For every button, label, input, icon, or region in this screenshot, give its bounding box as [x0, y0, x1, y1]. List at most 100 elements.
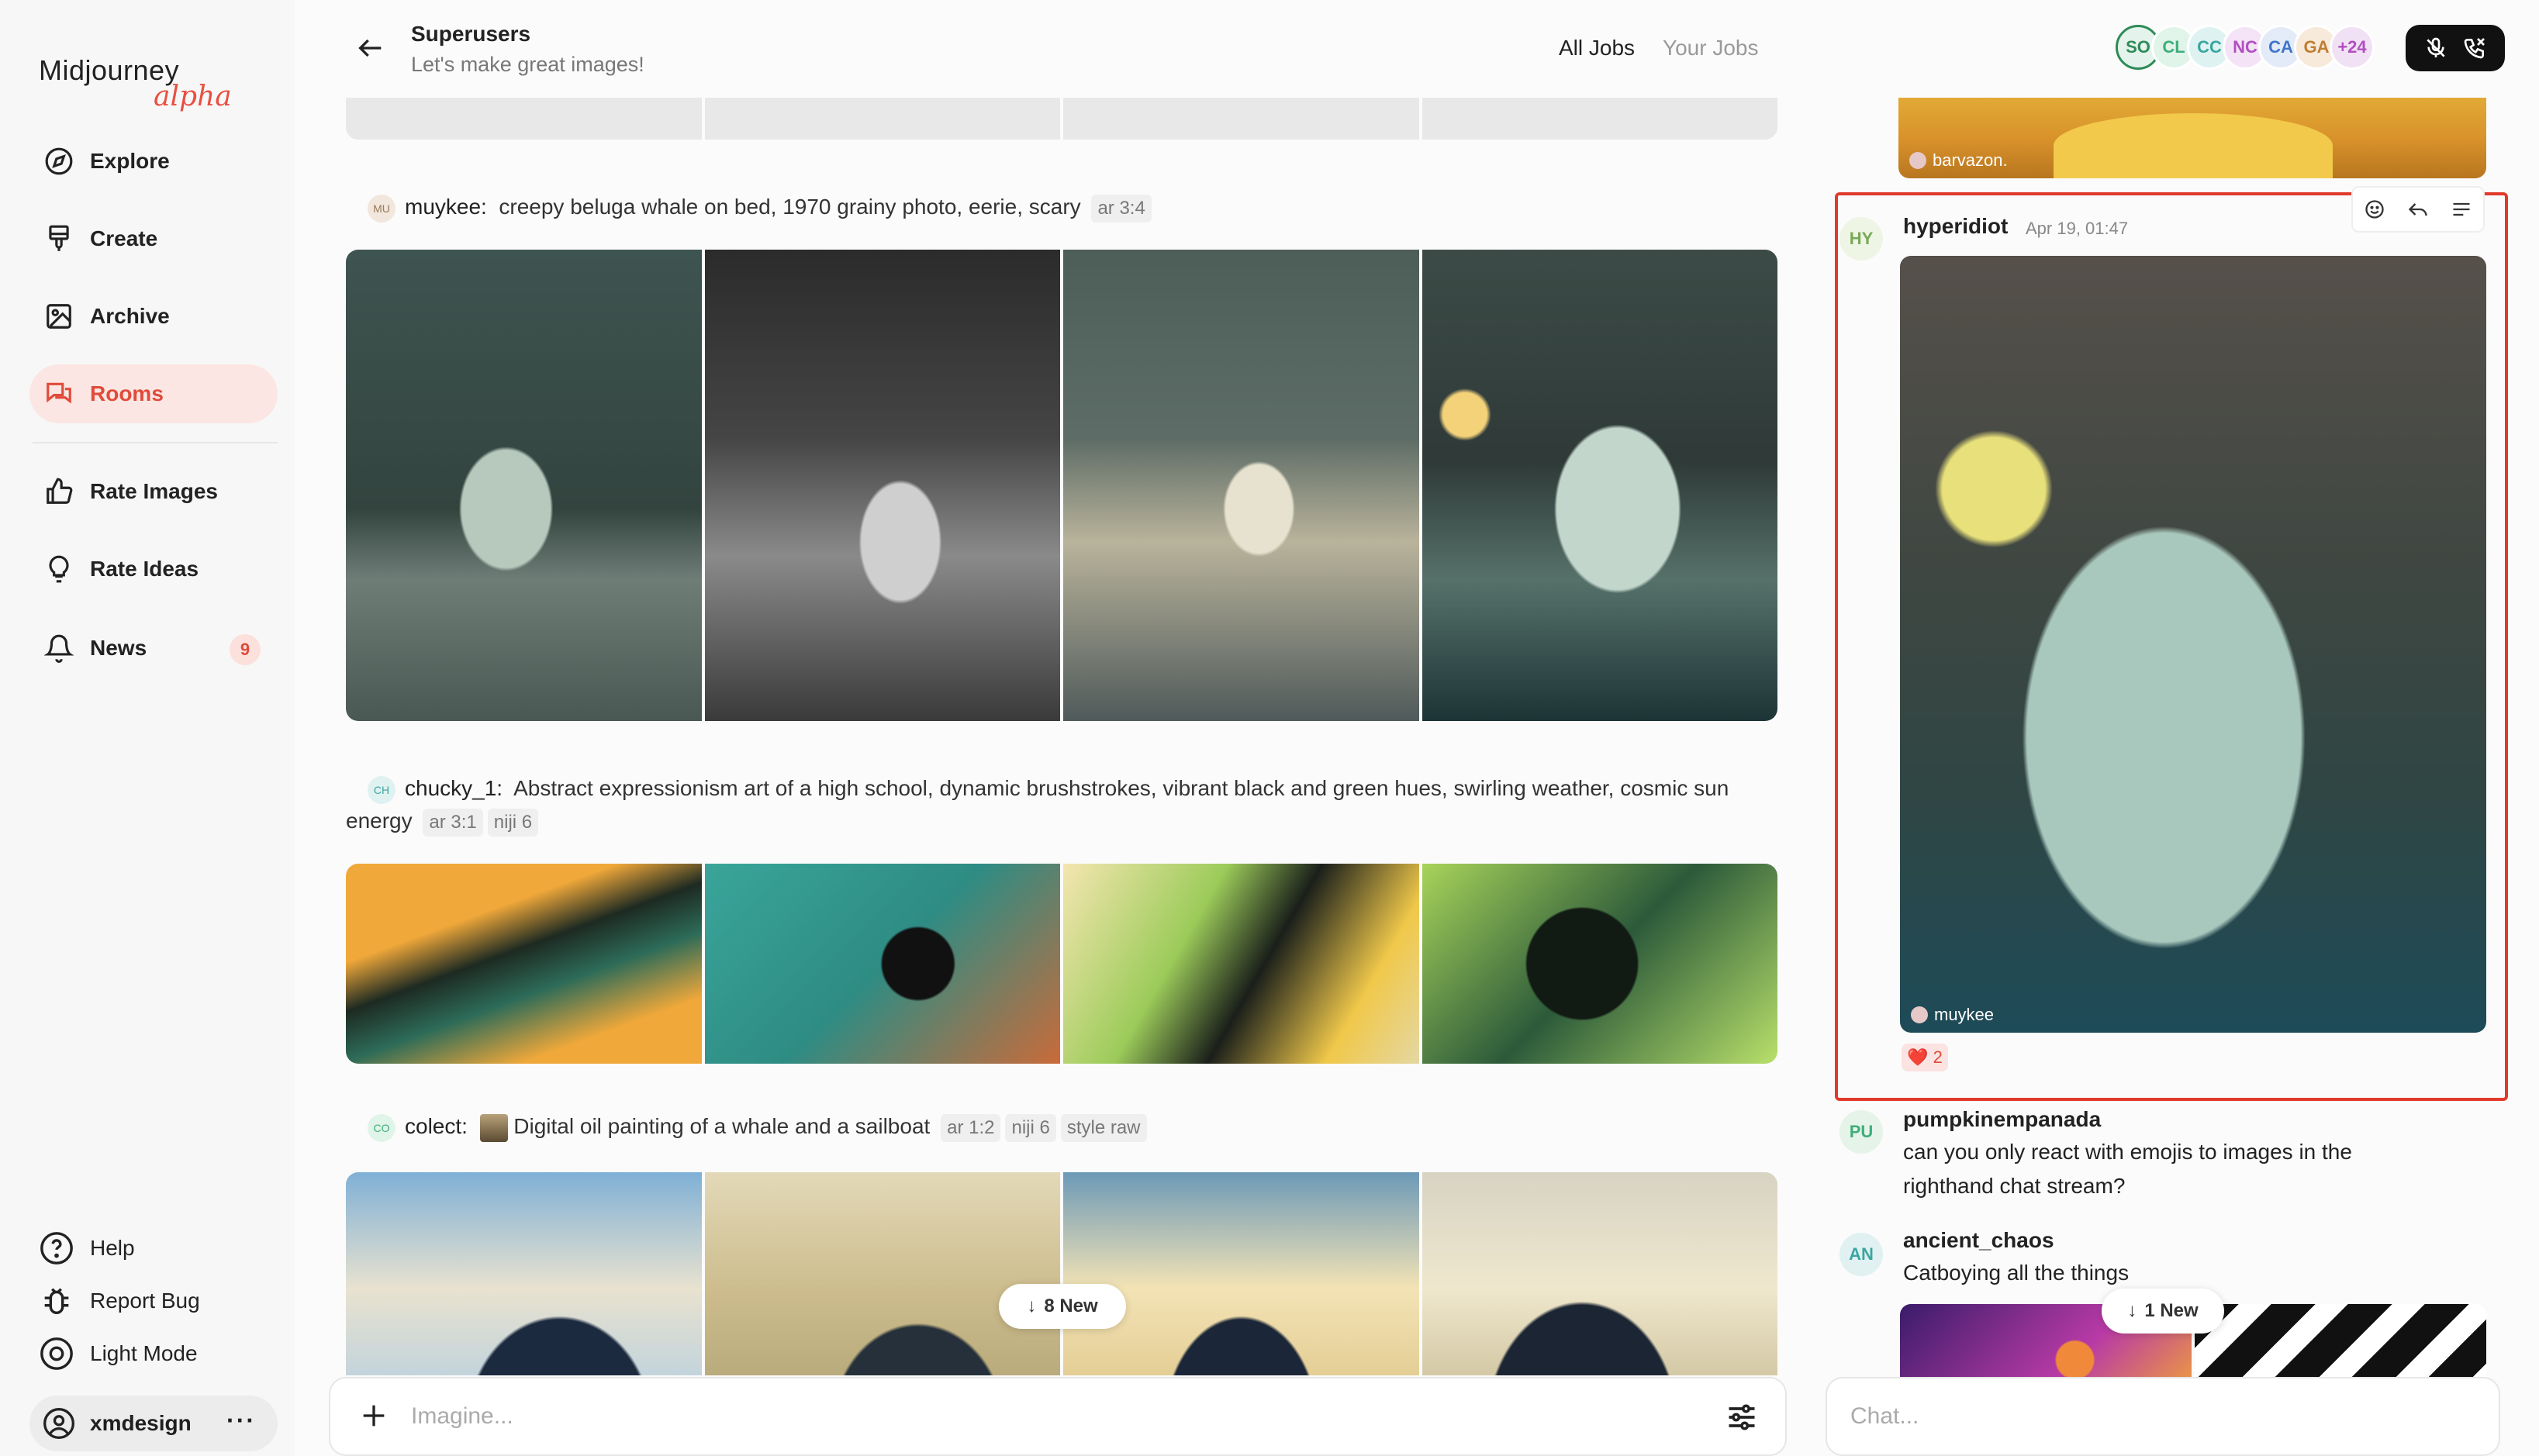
image-tile[interactable]: [704, 98, 1060, 140]
image-tile[interactable]: [346, 864, 702, 1064]
back-arrow-icon[interactable]: [355, 33, 386, 64]
avatar: [1909, 152, 1926, 169]
avatar[interactable]: CO: [368, 1113, 396, 1142]
image-tile[interactable]: [1063, 250, 1419, 721]
sidebar-item-label: News: [90, 636, 147, 660]
help-link[interactable]: Help: [39, 1227, 135, 1270]
image-tile[interactable]: [1421, 98, 1777, 140]
compass-icon: [43, 146, 74, 177]
light-mode-label: Light Mode: [90, 1341, 198, 1365]
sidebar-item-label: Rate Ideas: [90, 557, 199, 581]
param-chip: niji 6: [1005, 1114, 1056, 1142]
sidebar-item-label: Archive: [90, 304, 170, 328]
image-credit[interactable]: barvazon.: [1909, 150, 2008, 171]
reference-image-thumb[interactable]: [479, 1113, 508, 1142]
param-chip: niji 6: [487, 809, 539, 837]
job-prompt: CO colect: Digital oil painting of a whal…: [346, 1110, 1777, 1143]
menu-lines-icon[interactable]: [2451, 198, 2472, 220]
image-tile[interactable]: [1421, 864, 1777, 1064]
imagine-bar[interactable]: Imagine...: [329, 1377, 1787, 1456]
voice-controls: [2406, 25, 2505, 71]
arrow-down-icon: ↓: [1027, 1296, 1037, 1316]
chat-input[interactable]: Chat...: [1850, 1403, 1919, 1430]
param-chip: style raw: [1060, 1114, 1147, 1142]
brush-icon: [43, 223, 74, 254]
image-tile[interactable]: [704, 864, 1060, 1064]
avatar[interactable]: PU: [1839, 1110, 1883, 1154]
image-tile[interactable]: [1063, 864, 1419, 1064]
image-tile[interactable]: [704, 250, 1060, 721]
report-bug-link[interactable]: Report Bug: [39, 1279, 200, 1323]
chat-image-partial[interactable]: barvazon.: [1898, 98, 2486, 178]
light-mode-toggle[interactable]: Light Mode: [39, 1332, 198, 1375]
help-label: Help: [90, 1236, 135, 1260]
image-tile[interactable]: [346, 250, 702, 721]
credit-name: barvazon.: [1933, 150, 2008, 170]
chat-author[interactable]: ancient_chaos: [1903, 1228, 2054, 1253]
user-icon: [42, 1406, 76, 1440]
logo[interactable]: Midjourney alpha: [39, 54, 232, 112]
header: Superusers Let's make great images! All …: [295, 0, 2539, 98]
emoji-icon[interactable]: [2364, 198, 2385, 220]
selection-highlight: [1835, 192, 2508, 1101]
tab-all-jobs[interactable]: All Jobs: [1559, 36, 1635, 60]
avatar[interactable]: CH: [368, 775, 396, 804]
room-subtitle: Let's make great images!: [411, 53, 644, 76]
sidebar-item-label: Create: [90, 226, 158, 250]
chat-input-box[interactable]: Chat...: [1826, 1377, 2500, 1456]
plus-icon[interactable]: [358, 1400, 389, 1431]
hang-up-icon[interactable]: [2462, 36, 2487, 60]
param-chip: ar 3:1: [423, 809, 483, 837]
image-tile[interactable]: [1421, 250, 1777, 721]
chat-bubbles-icon: [43, 378, 74, 409]
prompt-author[interactable]: chucky_1:: [405, 776, 503, 800]
sidebar-item-rate-ideas[interactable]: Rate Ideas: [29, 540, 278, 599]
help-circle-icon: [39, 1230, 74, 1266]
sidebar-item-label: Rooms: [90, 381, 164, 405]
sidebar-item-archive[interactable]: Archive: [29, 287, 278, 346]
reply-icon[interactable]: [2407, 198, 2429, 220]
image-tile[interactable]: [1063, 98, 1419, 140]
logo-sub: alpha: [154, 81, 232, 112]
participant-avatars[interactable]: SO CL CC NC CA GA +24: [2116, 25, 2375, 70]
image-tile[interactable]: [1063, 1172, 1419, 1375]
image-grid-partial: [346, 98, 1777, 140]
new-messages-pill[interactable]: ↓ 1 New: [2102, 1289, 2224, 1334]
chat-author[interactable]: pumpkinempanada: [1903, 1107, 2101, 1132]
arrow-down-icon: ↓: [2127, 1300, 2137, 1321]
jobs-feed[interactable]: MU muykee: creepy beluga whale on bed, 19…: [346, 98, 1777, 1375]
image-grid-abstract: [346, 864, 1777, 1064]
prompt-author[interactable]: muykee:: [405, 195, 487, 219]
imagine-input[interactable]: Imagine...: [411, 1403, 513, 1430]
image-tile[interactable]: [346, 1172, 702, 1375]
prompt-text: Abstract expressionism art of a high sch…: [346, 776, 1729, 833]
more-options-icon[interactable]: ···: [226, 1406, 256, 1435]
chat-message: can you only react with emojis to images…: [1903, 1140, 2352, 1198]
prompt-author[interactable]: colect:: [405, 1114, 468, 1138]
job-prompt: CH chucky_1: Abstract expressionism art o…: [346, 772, 1777, 837]
image-tile[interactable]: [346, 98, 702, 140]
app-root: Midjourney alpha Explore Create Archive: [0, 0, 2539, 1456]
avatar[interactable]: AN: [1839, 1233, 1883, 1276]
avatar[interactable]: MU: [368, 194, 396, 223]
param-chip: ar 3:4: [1091, 195, 1152, 223]
participant-avatar[interactable]: +24: [2330, 25, 2375, 70]
sidebar-item-explore[interactable]: Explore: [29, 132, 278, 191]
prompt-text: creepy beluga whale on bed, 1970 grainy …: [499, 195, 1081, 219]
prompt-text: Digital oil painting of a whale and a sa…: [513, 1114, 931, 1138]
image-tile[interactable]: [1421, 1172, 1777, 1375]
news-badge: 9: [230, 634, 261, 665]
tab-your-jobs[interactable]: Your Jobs: [1663, 36, 1759, 60]
sidebar-item-rate-images[interactable]: Rate Images: [29, 462, 278, 521]
mic-off-icon[interactable]: [2423, 36, 2448, 60]
image-tile[interactable]: [704, 1172, 1060, 1375]
sidebar-item-create[interactable]: Create: [29, 209, 278, 268]
heart-reaction[interactable]: ❤️ 2: [1902, 1044, 1948, 1071]
thumbs-up-icon: [43, 476, 74, 507]
user-menu[interactable]: xmdesign ···: [29, 1396, 278, 1451]
sidebar-item-news[interactable]: News 9: [29, 619, 278, 678]
report-bug-label: Report Bug: [90, 1289, 200, 1313]
new-jobs-pill[interactable]: ↓ 8 New: [999, 1284, 1126, 1329]
sliders-icon[interactable]: [1725, 1400, 1759, 1434]
sidebar-item-rooms[interactable]: Rooms: [29, 364, 278, 423]
